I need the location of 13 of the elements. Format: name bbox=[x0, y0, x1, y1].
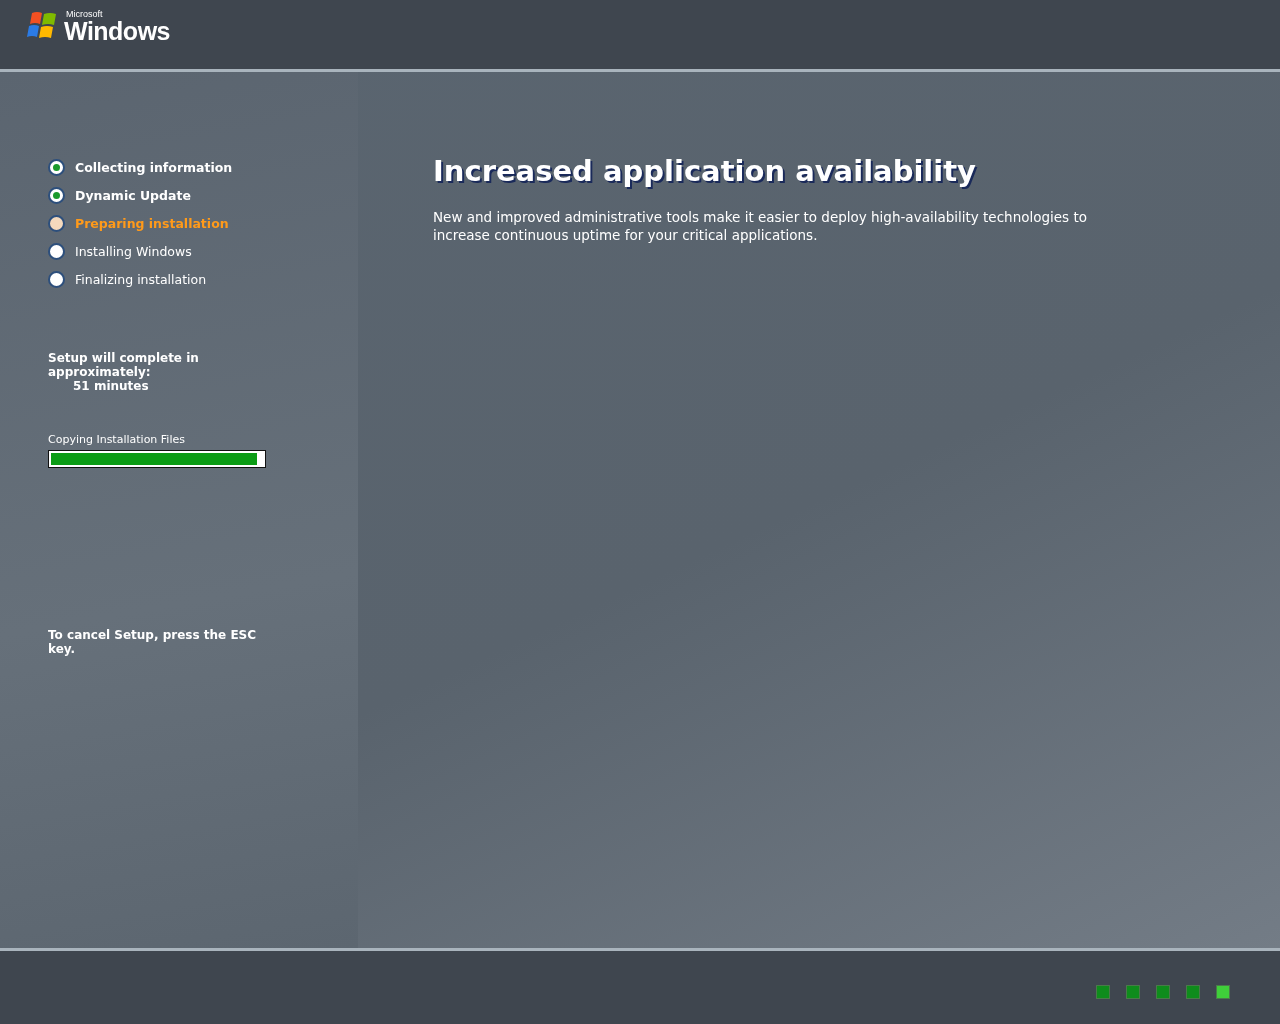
step-label: Dynamic Update bbox=[75, 187, 191, 203]
progress-label: Copying Installation Files bbox=[48, 433, 186, 446]
step-label: Collecting information bbox=[75, 159, 233, 175]
logo-maker-text: Microsoft bbox=[66, 10, 104, 19]
feature-description: New and improved administrative tools make it easier to deploy high-availability technologies to increase continuous uptime for your critical applications. bbox=[433, 208, 1088, 244]
cancel-hint-text: To cancel Setup, press the ESC key. bbox=[48, 628, 258, 656]
logo-product-text: Windows bbox=[64, 19, 170, 43]
feature-title: Increased application availability bbox=[433, 154, 977, 188]
step-label: Installing Windows bbox=[75, 243, 192, 259]
step-label: Finalizing installation bbox=[75, 271, 207, 287]
time-remaining-text: 51 minutes bbox=[72, 379, 150, 393]
time-estimate-text: Setup will complete in approximately: bbox=[48, 351, 200, 379]
step-label: Preparing installation bbox=[75, 215, 229, 231]
